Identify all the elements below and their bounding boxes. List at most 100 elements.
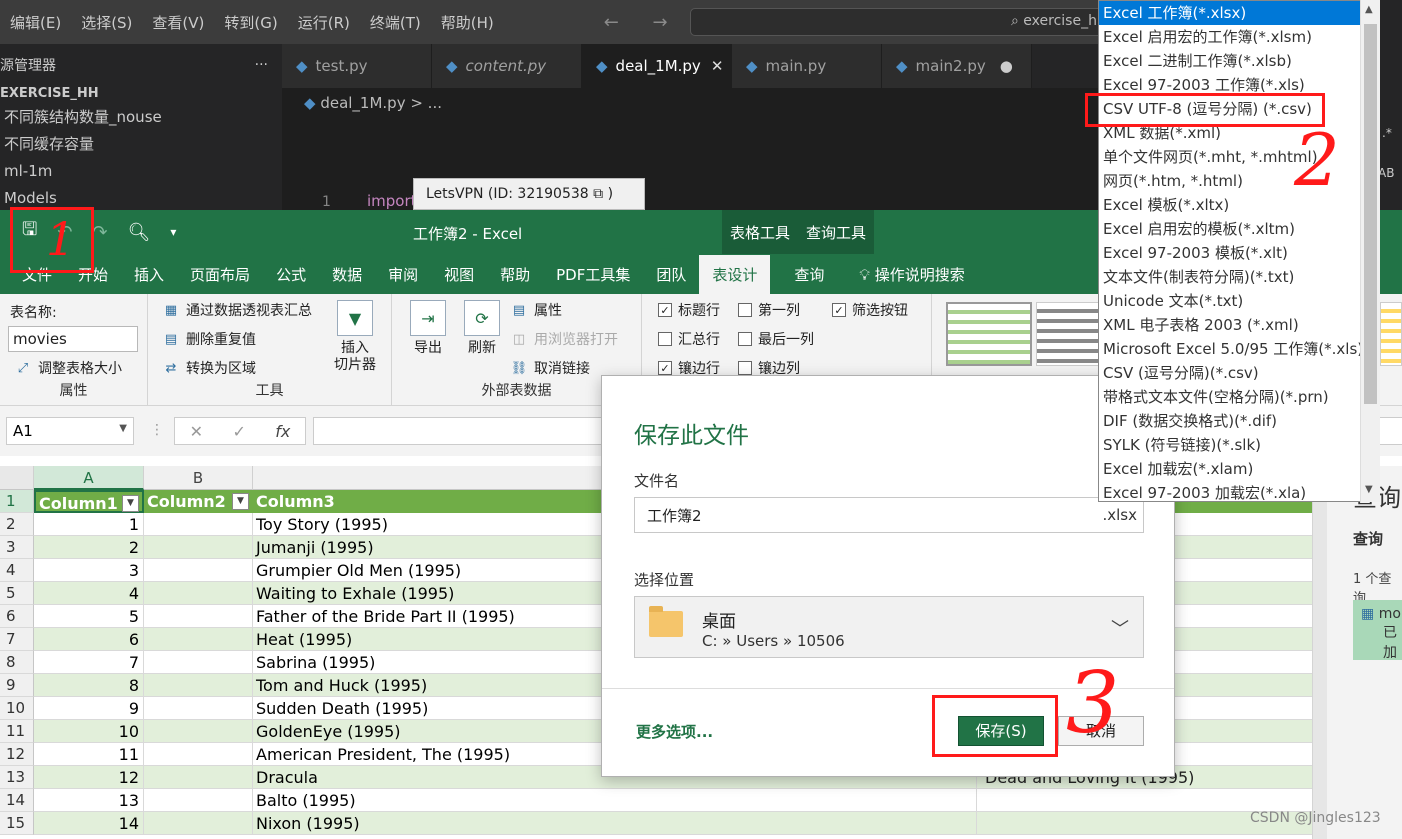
- row-number[interactable]: 3: [0, 536, 34, 559]
- total-row-checkbox[interactable]: 汇总行: [658, 329, 720, 349]
- cell-column2[interactable]: [144, 582, 253, 605]
- last-column-checkbox[interactable]: 最后一列: [738, 329, 814, 349]
- tab-test-py[interactable]: ◆ test.py: [282, 44, 432, 88]
- table-name-input[interactable]: movies: [8, 326, 138, 352]
- row-number[interactable]: 10: [0, 697, 34, 720]
- row-number[interactable]: 8: [0, 651, 34, 674]
- cell-column2[interactable]: [144, 812, 253, 835]
- menu-run[interactable]: 运行(R): [288, 12, 360, 33]
- cell-column1[interactable]: 5: [34, 605, 144, 628]
- cell-column2[interactable]: [144, 697, 253, 720]
- cell-column2[interactable]: [144, 674, 253, 697]
- explorer-root-folder[interactable]: EXERCISE_HH: [0, 86, 282, 104]
- drag-handle-icon[interactable]: ⋮: [150, 422, 164, 438]
- file-type-option[interactable]: XML 电子表格 2003 (*.xml): [1099, 313, 1379, 337]
- row-number[interactable]: 9: [0, 674, 34, 697]
- tab-help[interactable]: 帮助: [487, 264, 543, 294]
- tab-formulas[interactable]: 公式: [263, 264, 319, 294]
- tab-pdf-tools[interactable]: PDF工具集: [543, 264, 643, 294]
- tell-me-search[interactable]: 💡︎ 操作说明搜索: [859, 264, 964, 294]
- queries-tab[interactable]: 查询: [1353, 528, 1383, 549]
- tab-content-py[interactable]: ◆ content.py: [432, 44, 582, 88]
- tab-view[interactable]: 视图: [431, 264, 487, 294]
- unsaved-dot-icon[interactable]: ●: [1000, 57, 1013, 75]
- cell-column2[interactable]: [144, 513, 253, 536]
- cell-column3[interactable]: Balto (1995): [253, 789, 977, 812]
- first-column-checkbox[interactable]: 第一列: [738, 300, 800, 320]
- file-type-option[interactable]: Excel 启用宏的模板(*.xltm): [1099, 217, 1379, 241]
- export-button[interactable]: ⇥ 导出: [408, 300, 448, 357]
- menu-edit[interactable]: 编辑(E): [0, 12, 71, 33]
- tab-query[interactable]: 查询: [770, 264, 837, 294]
- tab-data[interactable]: 数据: [319, 264, 375, 294]
- row-number[interactable]: 6: [0, 605, 34, 628]
- cell-column3[interactable]: Nixon (1995): [253, 812, 977, 835]
- tab-main-py[interactable]: ◆ main.py: [732, 44, 882, 88]
- filter-button-checkbox[interactable]: ✓ 筛选按钮: [832, 300, 908, 320]
- menu-help[interactable]: 帮助(H): [431, 12, 504, 33]
- refresh-button[interactable]: ⟳ 刷新: [462, 300, 502, 357]
- cell-column1[interactable]: 11: [34, 743, 144, 766]
- cancel-entry-icon[interactable]: ✕: [190, 422, 203, 441]
- header-cell-column1[interactable]: Column1 ▼: [34, 490, 144, 513]
- row-number[interactable]: 14: [0, 789, 34, 812]
- pivot-summarize-button[interactable]: ▦ 通过数据透视表汇总: [162, 300, 312, 320]
- remove-duplicates-button[interactable]: ▤ 删除重复值: [162, 329, 256, 349]
- file-type-option[interactable]: Excel 97-2003 加载宏(*.xla): [1099, 481, 1379, 501]
- tab-deal-1m-py[interactable]: ◆ deal_1M.py ✕: [582, 44, 732, 88]
- cell-column1[interactable]: 6: [34, 628, 144, 651]
- resize-table-button[interactable]: ⤢ 调整表格大小: [14, 358, 122, 378]
- customize-qat-icon[interactable]: ▾: [170, 225, 176, 239]
- cell-column1[interactable]: 7: [34, 651, 144, 674]
- cell-column2[interactable]: [144, 743, 253, 766]
- cell-column1[interactable]: 9: [34, 697, 144, 720]
- insert-function-icon[interactable]: fx: [275, 422, 290, 441]
- select-all-corner[interactable]: [0, 466, 34, 490]
- row-number[interactable]: 4: [0, 559, 34, 582]
- open-in-browser-button[interactable]: ◫ 用浏览器打开: [510, 329, 618, 349]
- cell-column2[interactable]: [144, 605, 253, 628]
- cell-column1[interactable]: 4: [34, 582, 144, 605]
- header-cell-column2[interactable]: Column2 ▼: [144, 490, 253, 513]
- cell-column1[interactable]: 2: [34, 536, 144, 559]
- cell-column1[interactable]: 1: [34, 513, 144, 536]
- close-icon[interactable]: ✕: [711, 57, 724, 75]
- cell-column1[interactable]: 12: [34, 766, 144, 789]
- file-type-option[interactable]: Excel 加载宏(*.xlam): [1099, 457, 1379, 481]
- tab-table-design[interactable]: 表设计: [699, 255, 771, 294]
- filename-field[interactable]: 工作簿2 .xlsx: [634, 497, 1144, 533]
- file-type-option[interactable]: 文本文件(制表符分隔)(*.txt): [1099, 265, 1379, 289]
- cell-column2[interactable]: [144, 766, 253, 789]
- cell-column1[interactable]: 8: [34, 674, 144, 697]
- properties-button[interactable]: ▤ 属性: [510, 300, 562, 320]
- row-number[interactable]: 11: [0, 720, 34, 743]
- tab-insert[interactable]: 插入: [121, 264, 177, 294]
- row-number[interactable]: 7: [0, 628, 34, 651]
- filter-dropdown-icon[interactable]: ▼: [232, 493, 249, 510]
- explorer-item[interactable]: 不同缓存容量: [0, 131, 282, 158]
- scroll-up-icon[interactable]: ▲: [1365, 4, 1373, 15]
- file-type-scrollbar[interactable]: ▲ ▼: [1360, 0, 1380, 502]
- tab-review[interactable]: 审阅: [375, 264, 431, 294]
- cell-column1[interactable]: 14: [34, 812, 144, 835]
- column-header-b[interactable]: B: [144, 466, 253, 490]
- cell-column2[interactable]: [144, 559, 253, 582]
- table-style-yellow[interactable]: [1380, 302, 1402, 366]
- cell-column2[interactable]: [144, 651, 253, 674]
- regex-icon[interactable]: .*: [1382, 126, 1392, 140]
- file-type-option[interactable]: Excel 二进制工作簿(*.xlsb): [1099, 49, 1379, 73]
- scroll-thumb[interactable]: [1364, 24, 1377, 404]
- menu-terminal[interactable]: 终端(T): [360, 12, 431, 33]
- file-type-option[interactable]: Excel 97-2003 模板(*.xlt): [1099, 241, 1379, 265]
- file-type-option[interactable]: DIF (数据交换格式)(*.dif): [1099, 409, 1379, 433]
- filter-dropdown-icon[interactable]: ▼: [122, 495, 139, 512]
- file-type-option[interactable]: 带格式文本文件(空格分隔)(*.prn): [1099, 385, 1379, 409]
- vscode-search-box[interactable]: ⌕ exercise_h: [690, 8, 1110, 36]
- cell-column1[interactable]: 13: [34, 789, 144, 812]
- breadcrumb[interactable]: ◆ deal_1M.py > ...: [282, 88, 1100, 112]
- file-type-option[interactable]: CSV (逗号分隔)(*.csv): [1099, 361, 1379, 385]
- row-number[interactable]: 1: [0, 490, 34, 513]
- tab-team[interactable]: 团队: [643, 264, 699, 294]
- explorer-item[interactable]: ml-1m: [0, 158, 282, 185]
- location-picker[interactable]: 桌面 C: » Users » 10506 ﹀: [634, 596, 1144, 658]
